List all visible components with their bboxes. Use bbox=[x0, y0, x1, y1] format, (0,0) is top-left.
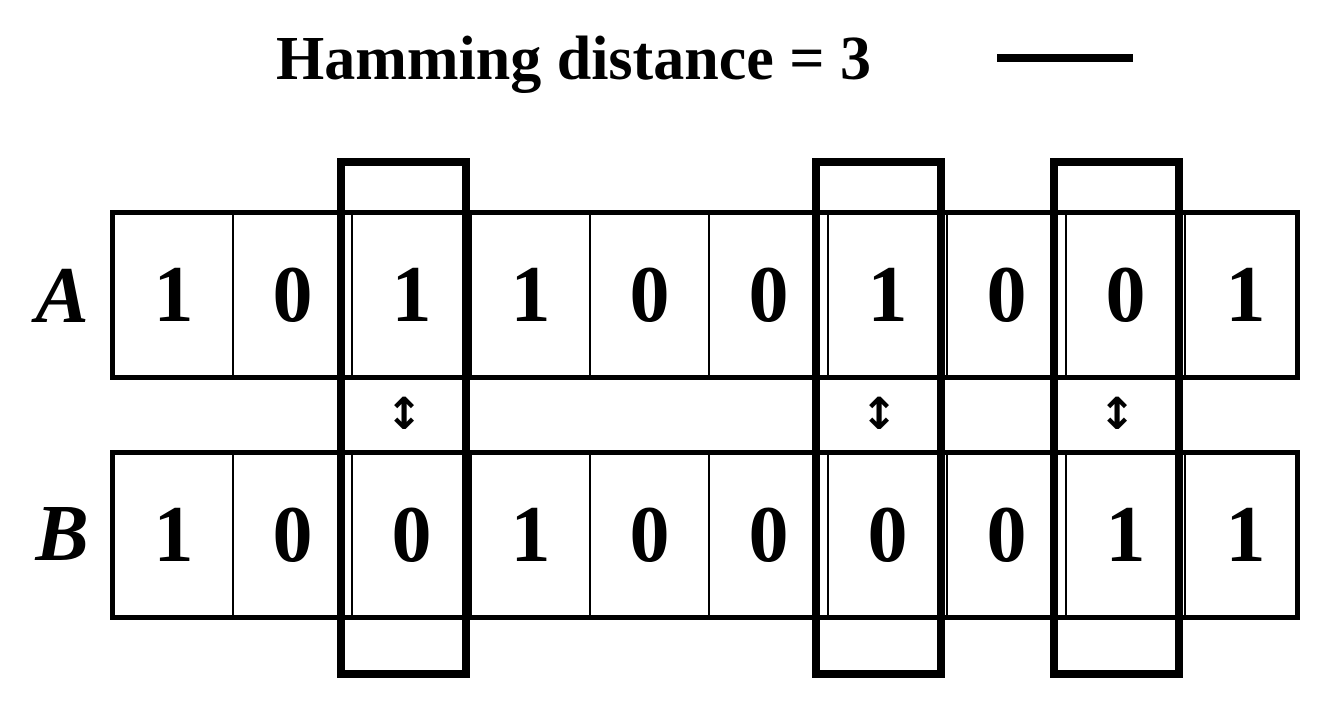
row-a-label: A bbox=[35, 252, 89, 340]
row-b-label: B bbox=[35, 490, 89, 578]
bit-cell-a-10: 1 bbox=[1225, 251, 1266, 339]
updown-arrow-icon: ↕ bbox=[385, 389, 423, 440]
bit-cell-a-4: 1 bbox=[472, 215, 591, 375]
bit-cell-a-5: 0 bbox=[591, 215, 710, 375]
bit-cell-b-1: 1 bbox=[115, 455, 234, 615]
bit-cell-b-10: 1 bbox=[1225, 491, 1266, 579]
bit-cell-a-1: 1 bbox=[115, 215, 234, 375]
updown-arrow-icon: ↕ bbox=[1098, 389, 1136, 440]
diagram-title: Hamming distance = 3 bbox=[276, 25, 872, 93]
updown-arrow-icon: ↕ bbox=[860, 389, 898, 440]
bit-cell-b-5: 0 bbox=[591, 455, 710, 615]
legend-line-sample bbox=[997, 54, 1133, 62]
title-row: Hamming distance = 3 bbox=[0, 14, 1328, 104]
bit-cell-b-4: 1 bbox=[472, 455, 591, 615]
bit-cell-b-2: 0 bbox=[234, 455, 353, 615]
bit-cell-a-2: 0 bbox=[234, 215, 353, 375]
